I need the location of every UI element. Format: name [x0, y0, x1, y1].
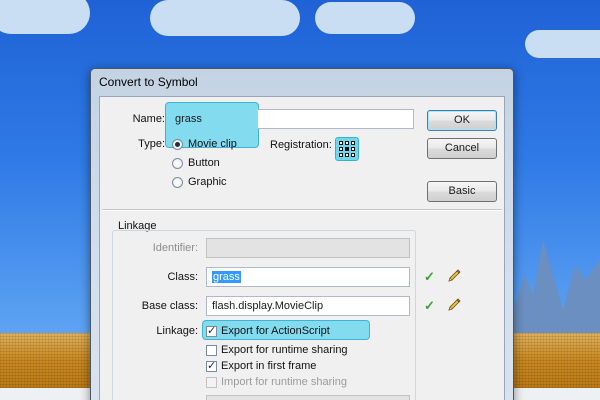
- ok-button[interactable]: OK: [427, 110, 497, 131]
- registration-grid-icon[interactable]: [335, 137, 359, 161]
- linkage-label: Linkage:: [156, 325, 198, 337]
- export-first-frame-label[interactable]: Export in first frame: [221, 360, 316, 372]
- export-runtime-sharing-label[interactable]: Export for runtime sharing: [221, 344, 348, 356]
- pencil-icon[interactable]: [446, 268, 462, 284]
- cloud: [315, 2, 415, 34]
- type-button-label[interactable]: Button: [188, 157, 220, 169]
- type-movieclip-label[interactable]: Movie clip: [188, 138, 237, 150]
- type-button-radio[interactable]: [172, 158, 183, 169]
- mountains: [505, 240, 600, 335]
- export-first-frame-checkbox[interactable]: ✓: [206, 361, 217, 372]
- url-field: [206, 395, 410, 400]
- name-field-box[interactable]: [258, 109, 414, 129]
- pencil-icon[interactable]: [446, 297, 462, 313]
- check-icon[interactable]: ✓: [424, 269, 435, 285]
- type-label: Type:: [138, 138, 165, 150]
- class-field-selection: grass: [212, 271, 241, 283]
- export-actionscript-label[interactable]: Export for ActionScript: [221, 325, 330, 337]
- export-actionscript-checkbox[interactable]: ✓: [206, 326, 217, 337]
- class-field[interactable]: grass: [206, 267, 410, 287]
- name-label: Name:: [132, 113, 165, 125]
- dialog-title: Convert to Symbol: [99, 75, 198, 89]
- convert-to-symbol-dialog: Convert to Symbol Name: grass Type: Movi…: [90, 68, 514, 400]
- basic-button[interactable]: Basic: [427, 181, 497, 202]
- class-label: Class:: [167, 271, 198, 283]
- base-class-field[interactable]: flash.display.MovieClip: [206, 296, 410, 316]
- cloud: [0, 0, 90, 34]
- check-icon[interactable]: ✓: [424, 298, 435, 314]
- identifier-label: Identifier:: [152, 242, 198, 254]
- dialog-client-area: Name: grass Type: Movie clip Button Grap…: [99, 96, 505, 400]
- export-runtime-sharing-checkbox[interactable]: [206, 345, 217, 356]
- identifier-field: [206, 238, 410, 258]
- cloud: [150, 0, 300, 36]
- import-runtime-sharing-label: Import for runtime sharing: [221, 376, 347, 388]
- type-graphic-radio[interactable]: [172, 177, 183, 188]
- cancel-button[interactable]: Cancel: [427, 138, 497, 159]
- cloud: [525, 30, 600, 58]
- base-class-label: Base class:: [141, 300, 198, 312]
- registration-label: Registration:: [270, 139, 332, 151]
- import-runtime-sharing-checkbox: [206, 377, 217, 388]
- type-graphic-label[interactable]: Graphic: [188, 176, 227, 188]
- section-divider-highlight: [102, 210, 502, 211]
- type-movieclip-radio[interactable]: [172, 139, 183, 150]
